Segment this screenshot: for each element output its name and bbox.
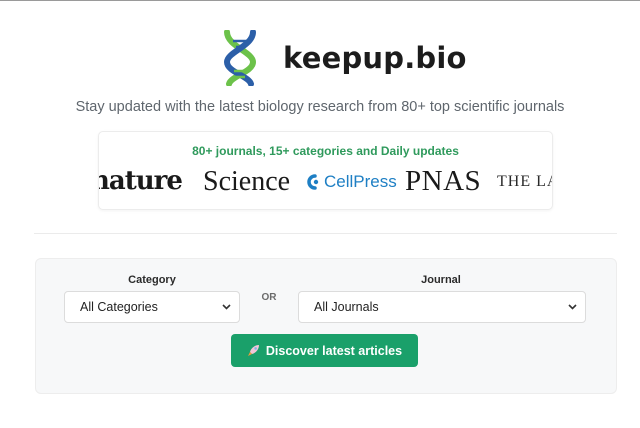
- search-panel: Category All Categories OR Journal All J…: [35, 258, 617, 394]
- category-label: Category: [128, 274, 176, 286]
- category-select-value: All Categories: [80, 300, 158, 314]
- or-separator: OR: [261, 292, 277, 303]
- cellpress-logo: CellPress: [303, 172, 397, 192]
- cellpress-label: CellPress: [324, 172, 397, 191]
- pnas-logo: PNAS: [405, 165, 482, 197]
- chevron-down-icon: [568, 304, 577, 310]
- journal-logo-strip: nature Science CellPress PNAS THE LA: [99, 164, 552, 200]
- chevron-down-icon: [222, 304, 231, 310]
- cellpress-icon: [307, 174, 319, 190]
- discover-button-label: Discover latest articles: [265, 343, 403, 358]
- dna-icon: [223, 30, 257, 86]
- lancet-logo: THE LA: [497, 173, 552, 190]
- journal-select[interactable]: All Journals: [298, 291, 586, 323]
- journal-select-value: All Journals: [314, 300, 379, 314]
- nature-logo: nature: [98, 166, 183, 196]
- brand-header[interactable]: keepup.bio: [219, 28, 467, 88]
- section-divider: [34, 233, 617, 234]
- rocket-icon: [247, 345, 259, 356]
- top-border: [0, 0, 640, 1]
- journal-showcase: 80+ journals, 15+ categories and Daily u…: [98, 131, 553, 210]
- category-select[interactable]: All Categories: [64, 291, 240, 323]
- brand-name: keepup.bio: [283, 41, 467, 75]
- journal-label: Journal: [421, 274, 461, 286]
- tagline: Stay updated with the latest biology res…: [75, 99, 565, 115]
- science-logo: Science: [203, 166, 291, 197]
- journal-headline: 80+ journals, 15+ categories and Daily u…: [192, 144, 459, 158]
- discover-articles-button[interactable]: Discover latest articles: [231, 334, 418, 367]
